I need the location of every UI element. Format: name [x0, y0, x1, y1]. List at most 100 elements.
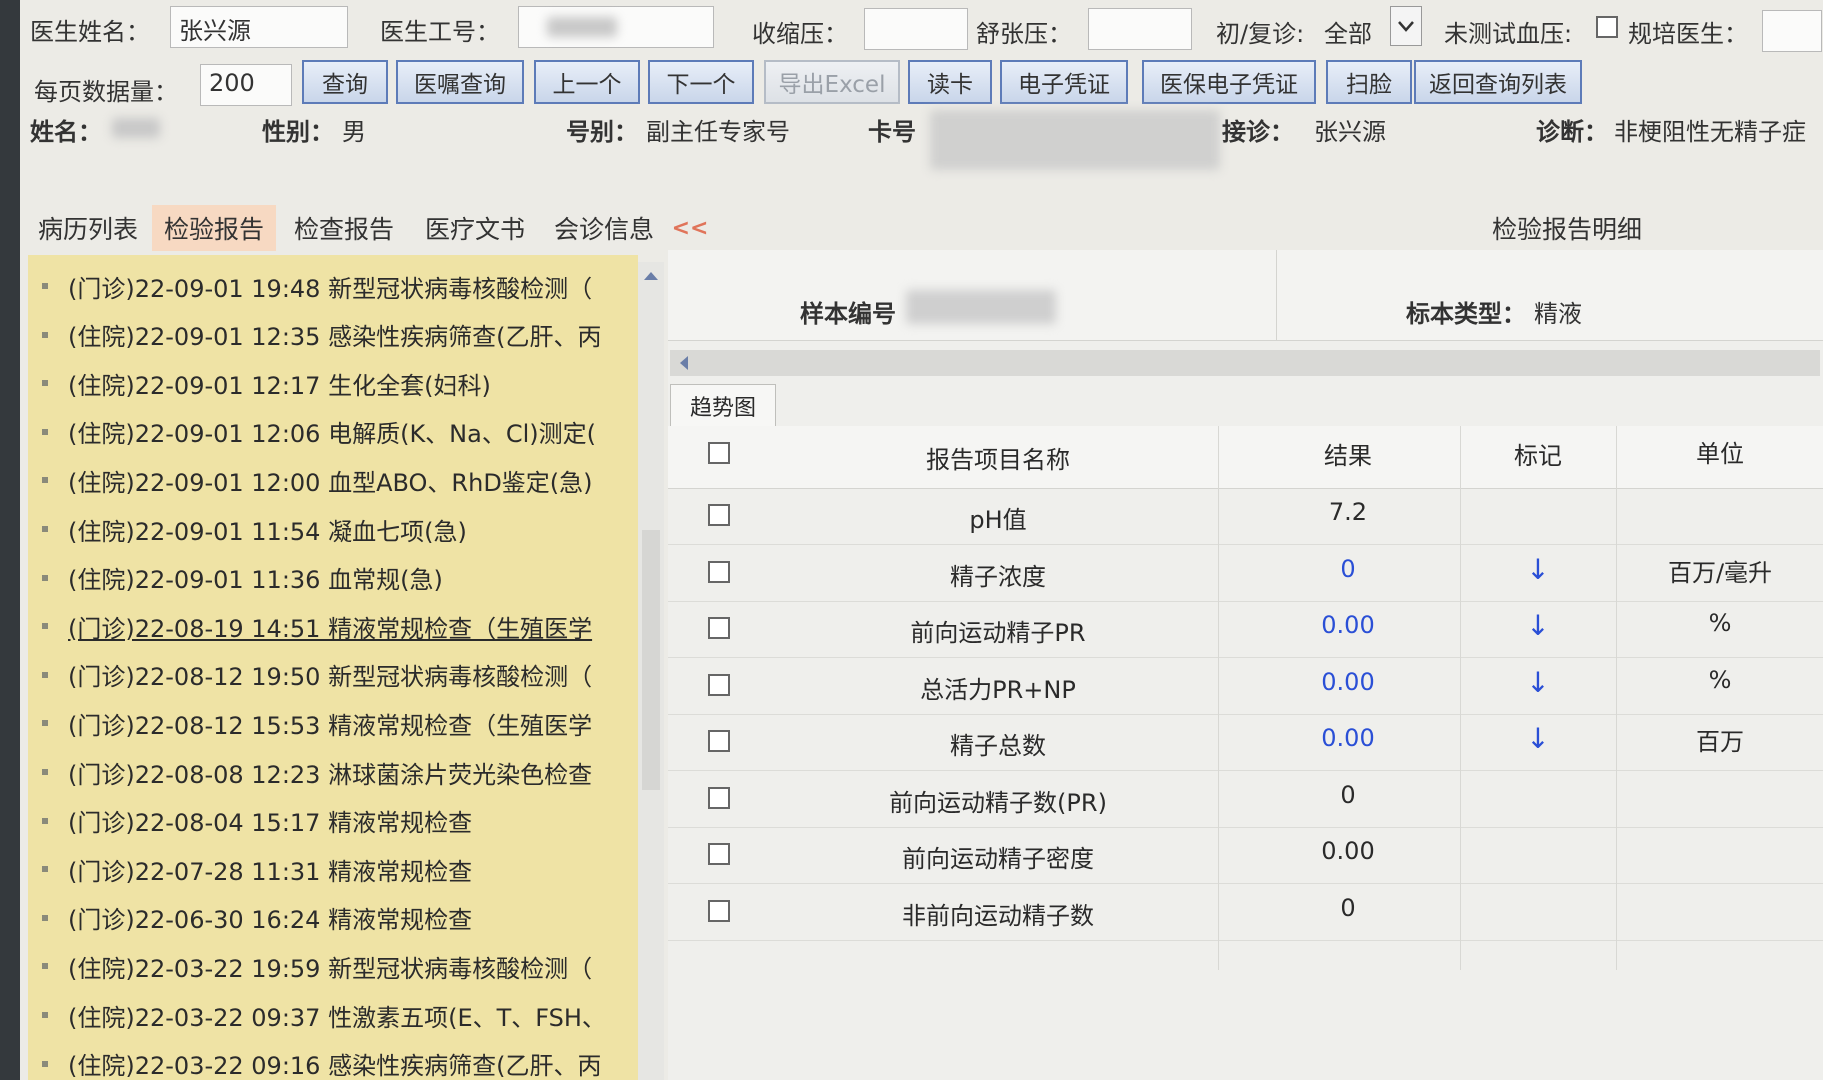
- table-row[interactable]: 精子浓度 0 ↓ 百万/毫升: [668, 545, 1823, 602]
- visit-type-dropdown[interactable]: [1390, 6, 1422, 46]
- insurance-e-voucher-button[interactable]: 医保电子凭证: [1142, 60, 1316, 104]
- report-list-item[interactable]: (住院)22-03-22 19:59 新型冠状病毒核酸检测（: [28, 943, 592, 989]
- row-checkbox[interactable]: [708, 673, 730, 696]
- bullet-icon: [42, 963, 48, 970]
- reg-type-value: 副主任专家号: [646, 118, 790, 146]
- gender-label: 性别：: [262, 118, 334, 146]
- redacted-patient-name: [112, 118, 160, 138]
- row-checkbox[interactable]: [708, 786, 730, 809]
- visit-type-label: 初/复诊:: [1216, 20, 1305, 48]
- trend-chart-tab[interactable]: 趋势图: [670, 384, 776, 426]
- row-checkbox[interactable]: [708, 843, 730, 865]
- report-list-item-label: (门诊)22-08-08 12:23 淋球菌涂片荧光染色检查: [68, 760, 593, 789]
- report-list-item[interactable]: (住院)22-09-01 12:17 生化全套(妇科): [28, 360, 491, 406]
- diastolic-label: 舒张压：: [976, 20, 1072, 48]
- collapse-button[interactable]: <<: [668, 205, 712, 251]
- row-checkbox[interactable]: [708, 730, 730, 752]
- untested-bp-checkbox[interactable]: [1596, 16, 1618, 38]
- table-fade: [668, 970, 1823, 1080]
- report-list-item[interactable]: (住院)22-03-22 09:16 感染性疾病筛查(乙肝、丙: [28, 1041, 601, 1080]
- redacted-card-no: [930, 110, 1220, 170]
- diagnosis-label: 诊断：: [1536, 118, 1608, 146]
- tab-consultation[interactable]: 会诊信息: [542, 205, 666, 251]
- order-query-button[interactable]: 医嘱查询: [396, 60, 524, 104]
- report-list-item[interactable]: (门诊)22-08-08 12:23 淋球菌涂片荧光染色检查: [28, 749, 592, 795]
- report-list-item[interactable]: (门诊)22-08-19 14:51 精液常规检查（生殖医学: [28, 603, 592, 649]
- row-checkbox[interactable]: [708, 560, 730, 583]
- report-list-item[interactable]: (住院)22-03-22 09:37 性激素五项(E、T、FSH、: [28, 992, 606, 1038]
- bullet-icon: [42, 380, 48, 387]
- table-row[interactable]: 非前向运动精子数 0: [668, 884, 1823, 941]
- resident-doctor-input[interactable]: [1762, 10, 1822, 52]
- report-list-item[interactable]: (门诊)22-07-28 11:31 精液常规检查: [28, 846, 472, 892]
- table-row[interactable]: 前向运动精子密度 0.00: [668, 827, 1823, 884]
- table-row[interactable]: 前向运动精子数(PR) 0: [668, 771, 1823, 828]
- next-button[interactable]: 下一个: [648, 60, 754, 104]
- systolic-input[interactable]: [864, 8, 968, 50]
- table-row[interactable]: pH值 7.2: [668, 488, 1823, 545]
- report-list-item-label: (住院)22-03-22 09:16 感染性疾病筛查(乙肝、丙: [68, 1052, 602, 1080]
- sample-no-label: 样本编号: [800, 300, 896, 328]
- tab-medical-records[interactable]: 病历列表: [28, 205, 148, 251]
- diastolic-input[interactable]: [1088, 8, 1192, 50]
- prev-button[interactable]: 上一个: [534, 60, 640, 104]
- report-list-item[interactable]: (住院)22-09-01 12:00 血型ABO、RhD鉴定(急): [28, 457, 593, 503]
- query-button[interactable]: 查询: [302, 60, 388, 104]
- screen: 医生姓名： 张兴源 医生工号： 收缩压： 舒张压： 初/复诊: 全部 未测试血压…: [0, 0, 1823, 1080]
- report-list-item[interactable]: (门诊)22-06-30 16:24 精液常规检查: [28, 895, 472, 941]
- report-list-item-label: (住院)22-09-01 12:00 血型ABO、RhD鉴定(急): [68, 468, 593, 497]
- report-list-item[interactable]: (门诊)22-08-12 19:50 新型冠状病毒核酸检测（: [28, 652, 592, 698]
- row-flag: ↓: [1526, 552, 1550, 586]
- select-all-checkbox[interactable]: [708, 442, 730, 464]
- bullet-icon: [42, 817, 48, 824]
- report-list-item[interactable]: (门诊)22-08-12 15:53 精液常规检查（生殖医学: [28, 700, 592, 746]
- row-item-name: pH值: [969, 506, 1027, 534]
- horizontal-scrollbar[interactable]: [670, 350, 1820, 376]
- export-excel-button[interactable]: 导出Excel: [764, 60, 900, 104]
- doctor-name-input[interactable]: 张兴源: [170, 6, 348, 48]
- e-voucher-button[interactable]: 电子凭证: [1000, 60, 1128, 104]
- tab-lab-reports[interactable]: 检验报告: [152, 205, 276, 251]
- row-checkbox[interactable]: [708, 504, 730, 526]
- scroll-thumb[interactable]: [642, 530, 660, 790]
- untested-bp-label: 未测试血压:: [1444, 20, 1573, 48]
- bullet-icon: [42, 671, 48, 678]
- report-list-item[interactable]: (住院)22-09-01 11:36 血常规(急): [28, 555, 443, 601]
- row-result: 0.00: [1321, 611, 1375, 639]
- report-list-item[interactable]: (门诊)22-08-04 15:17 精液常规检查: [28, 798, 472, 844]
- bullet-icon: [42, 1012, 48, 1018]
- report-list-item[interactable]: (住院)22-09-01 12:35 感染性疾病筛查(乙肝、丙: [28, 312, 601, 358]
- back-to-list-button[interactable]: 返回查询列表: [1414, 60, 1582, 104]
- report-list-item[interactable]: (门诊)22-09-01 19:48 新型冠状病毒核酸检测（: [28, 263, 592, 309]
- scroll-left-icon[interactable]: [674, 350, 694, 376]
- row-unit: %: [1708, 609, 1732, 637]
- page-size-input[interactable]: 200: [200, 64, 292, 106]
- report-list-item-label: (住院)22-09-01 11:54 凝血七项(急): [68, 517, 467, 546]
- bullet-icon: [42, 526, 48, 532]
- sample-type-value: 精液: [1534, 300, 1582, 328]
- row-checkbox[interactable]: [708, 899, 730, 922]
- row-result: 7.2: [1328, 498, 1368, 526]
- bullet-icon: [42, 331, 48, 338]
- list-scrollbar[interactable]: [638, 262, 664, 1080]
- read-card-button[interactable]: 读卡: [908, 60, 992, 104]
- table-row[interactable]: 前向运动精子PR 0.00 ↓%: [668, 601, 1823, 658]
- row-item-name: 前向运动精子PR: [910, 619, 1086, 647]
- row-unit: 百万: [1696, 728, 1744, 756]
- tab-medical-documents[interactable]: 医疗文书: [412, 205, 538, 251]
- row-item-name: 精子总数: [950, 732, 1046, 760]
- row-result: 0: [1340, 554, 1356, 583]
- tab-exam-reports[interactable]: 检查报告: [280, 205, 408, 251]
- row-unit: %: [1708, 665, 1732, 694]
- face-scan-button[interactable]: 扫脸: [1326, 60, 1412, 104]
- scroll-up-icon[interactable]: [638, 266, 664, 286]
- row-checkbox[interactable]: [708, 617, 730, 639]
- visit-type-value: 全部: [1324, 20, 1372, 48]
- doctor-id-input[interactable]: [518, 6, 714, 48]
- row-item-name: 总活力PR+NP: [920, 675, 1076, 704]
- report-list-item[interactable]: (住院)22-09-01 11:54 凝血七项(急): [28, 506, 467, 552]
- report-list-item[interactable]: (住院)22-09-01 12:06 电解质(K、Na、Cl)测定(: [28, 409, 596, 455]
- report-list-item-label: (门诊)22-08-12 19:50 新型冠状病毒核酸检测（: [68, 663, 593, 692]
- table-row[interactable]: 精子总数 0.00 ↓ 百万: [668, 714, 1823, 771]
- table-row[interactable]: 总活力PR+NP 0.00 ↓%: [668, 658, 1823, 715]
